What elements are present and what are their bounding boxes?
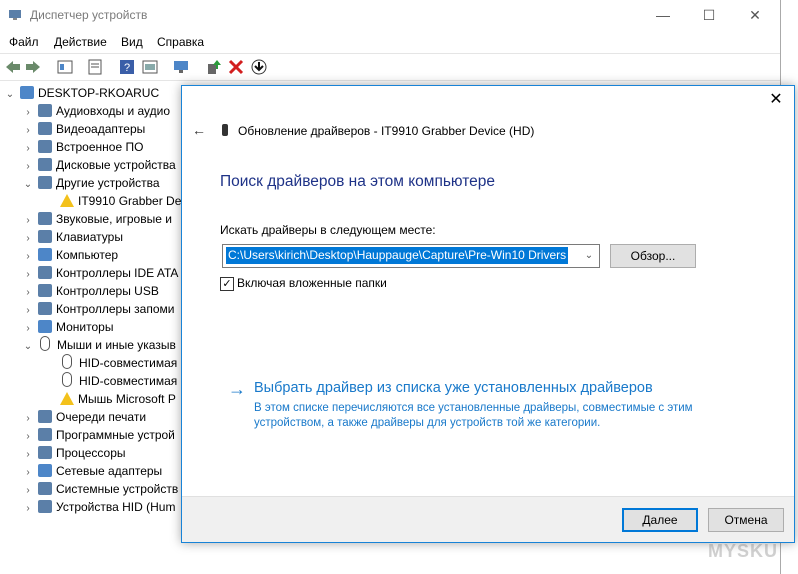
forward-arrow-icon[interactable] xyxy=(24,58,42,76)
update-driver-icon[interactable] xyxy=(205,58,223,76)
dialog-heading: Поиск драйверов на этом компьютере xyxy=(220,173,495,190)
device-icon xyxy=(222,124,228,136)
maximize-button[interactable]: ☐ xyxy=(686,0,732,30)
device-tree: ⌄ DESKTOP-RKOARUC › Аудиовходы и аудио › Ви… xyxy=(0,80,182,574)
mouse-icon xyxy=(62,354,72,369)
menu-help[interactable]: Справка xyxy=(157,35,204,49)
menu-action[interactable]: Действие xyxy=(54,35,107,49)
title-bar: Диспетчер устройств — ☐ ✕ xyxy=(0,0,780,30)
tree-item[interactable]: ⌄ Другие устройства xyxy=(22,174,160,192)
include-subfolders-checkbox[interactable]: ✓ xyxy=(220,277,234,291)
tree-item[interactable]: › Очереди печати xyxy=(22,408,146,426)
tree-item[interactable]: › Процессоры xyxy=(22,444,126,462)
warning-icon xyxy=(60,392,74,405)
printer-icon xyxy=(38,410,52,423)
firmware-icon xyxy=(38,140,52,153)
tree-item[interactable]: HID-совместимая xyxy=(56,372,177,390)
pick-driver-link[interactable]: Выбрать драйвер из списка уже установлен… xyxy=(254,380,653,396)
svg-text:?: ? xyxy=(124,62,130,74)
menu-file[interactable]: Файл xyxy=(9,35,39,49)
tree-item[interactable]: › Дисковые устройства xyxy=(22,156,176,174)
tree-root[interactable]: ⌄ DESKTOP-RKOARUC xyxy=(4,84,159,102)
mouse-icon xyxy=(62,372,72,387)
view-icon[interactable] xyxy=(141,58,159,76)
tree-item[interactable]: HID-совместимая xyxy=(56,354,177,372)
monitor-icon xyxy=(38,320,52,333)
back-arrow-button[interactable]: ← xyxy=(192,122,206,138)
keyboard-icon xyxy=(38,230,52,243)
tree-item[interactable]: › Встроенное ПО xyxy=(22,138,143,156)
menu-view[interactable]: Вид xyxy=(121,35,143,49)
dialog-close-button[interactable]: ✕ xyxy=(766,90,786,110)
toolbar: ? xyxy=(0,53,780,81)
warning-icon xyxy=(60,194,74,207)
tree-item[interactable]: › Контроллеры USB xyxy=(22,282,159,300)
show-hidden-icon[interactable] xyxy=(86,58,104,76)
pick-driver-description: В этом списке перечисляются все установл… xyxy=(254,402,693,429)
menu-bar: Файл Действие Вид Справка xyxy=(0,30,780,52)
usb-icon xyxy=(38,284,52,297)
chevron-down-icon[interactable]: ⌄ xyxy=(581,246,597,266)
scan-hardware-icon[interactable] xyxy=(172,58,190,76)
computer-icon xyxy=(20,86,34,99)
system-device-icon xyxy=(38,482,52,495)
tree-item[interactable]: › Устройства HID (Hum xyxy=(22,498,175,516)
disk-icon xyxy=(38,158,52,171)
close-button[interactable]: ✕ xyxy=(732,0,778,30)
tree-item[interactable]: › Компьютер xyxy=(22,246,118,264)
ide-icon xyxy=(38,266,52,279)
other-devices-icon xyxy=(38,176,52,189)
tree-item[interactable]: › Мониторы xyxy=(22,318,113,336)
tree-item[interactable]: › Клавиатуры xyxy=(22,228,123,246)
dialog-title: Обновление драйверов - IT9910 Grabber De… xyxy=(238,124,535,138)
tree-item[interactable]: › Системные устройств xyxy=(22,480,178,498)
uninstall-icon[interactable] xyxy=(227,58,245,76)
help-icon[interactable]: ? xyxy=(118,58,136,76)
tree-item[interactable]: › Аудиовходы и аудио xyxy=(22,102,170,120)
tree-item[interactable]: › Видеоадаптеры xyxy=(22,120,145,138)
tree-item[interactable]: › Звуковые, игровые и xyxy=(22,210,172,228)
window-title: Диспетчер устройств xyxy=(30,8,148,22)
device-manager-icon xyxy=(9,10,21,20)
tree-item[interactable]: › Контроллеры запоми xyxy=(22,300,174,318)
back-arrow-icon[interactable] xyxy=(4,58,22,76)
cancel-button[interactable]: Отмена xyxy=(708,508,784,532)
driver-path-combobox[interactable]: C:\Users\kirich\Desktop\Hauppauge\Captur… xyxy=(222,244,600,268)
tree-item[interactable]: ⌄ Мыши и иные указыв xyxy=(22,336,176,354)
audio-icon xyxy=(38,104,52,117)
display-adapter-icon xyxy=(38,122,52,135)
include-subfolders-label: Включая вложенные папки xyxy=(237,276,387,290)
mouse-icon xyxy=(40,336,50,351)
update-driver-dialog: ✕ ← Обновление драйверов - IT9910 Grabbe… xyxy=(181,85,795,543)
tree-item[interactable]: › Контроллеры IDE ATA xyxy=(22,264,178,282)
storage-icon xyxy=(38,302,52,315)
browse-button[interactable]: Обзор... xyxy=(610,244,696,268)
sound-icon xyxy=(38,212,52,225)
download-icon[interactable] xyxy=(250,58,268,76)
arrow-right-icon[interactable]: → xyxy=(228,379,246,400)
properties-icon[interactable] xyxy=(56,58,74,76)
tree-item[interactable]: › Сетевые адаптеры xyxy=(22,462,162,480)
processor-icon xyxy=(38,446,52,459)
computer-icon xyxy=(38,248,52,261)
search-location-label: Искать драйверы в следующем месте: xyxy=(220,223,436,237)
next-button[interactable]: Далее xyxy=(622,508,698,532)
tree-item[interactable]: › Программные устрой xyxy=(22,426,175,444)
software-device-icon xyxy=(38,428,52,441)
dialog-footer: Далее Отмена xyxy=(182,496,794,542)
tree-item[interactable]: IT9910 Grabber Dev xyxy=(56,192,182,210)
tree-item[interactable]: Мышь Microsoft P xyxy=(56,390,176,408)
hid-icon xyxy=(38,500,52,513)
minimize-button[interactable]: — xyxy=(640,0,686,30)
network-adapter-icon xyxy=(38,464,52,477)
watermark: MYSKU xyxy=(707,541,778,561)
driver-path-input[interactable]: C:\Users\kirich\Desktop\Hauppauge\Captur… xyxy=(226,247,569,264)
